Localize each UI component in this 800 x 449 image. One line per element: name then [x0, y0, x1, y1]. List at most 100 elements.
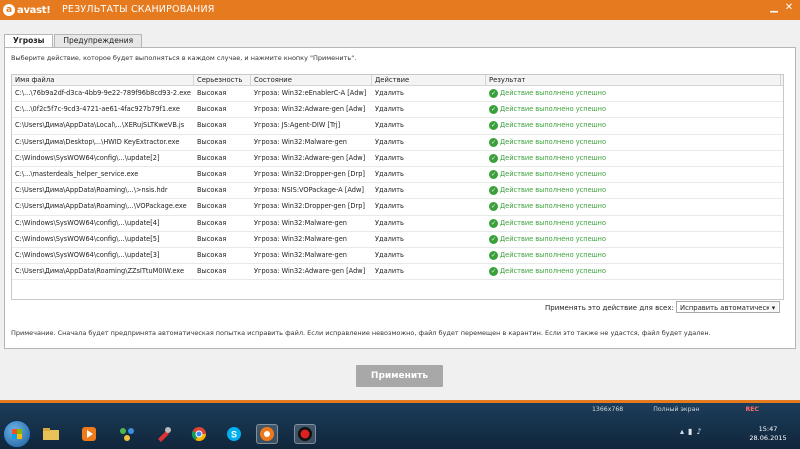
- apply-button[interactable]: Применить: [356, 365, 443, 387]
- recorder-icon[interactable]: [294, 424, 316, 444]
- cell-result: ✓ Действие выполнено успешно: [486, 86, 781, 101]
- cell-action[interactable]: Удалить: [372, 183, 486, 198]
- cell-action[interactable]: Удалить: [372, 118, 486, 133]
- cell-severity: Высокая: [197, 89, 227, 97]
- tray-arrow-icon[interactable]: ▴: [680, 427, 684, 436]
- recorder-rec-label: REC: [745, 405, 759, 413]
- threats-panel: Выберите действие, которое будет выполня…: [4, 47, 796, 349]
- cell-filename: C:\Users\Дима\AppData\Roaming\...\>nsis.…: [15, 186, 168, 195]
- cell-severity: Высокая: [197, 267, 227, 276]
- cell-result: ✓ Действие выполнено успешно: [486, 232, 781, 247]
- tools-icon[interactable]: [154, 424, 176, 444]
- column-header-result[interactable]: Результат: [486, 75, 781, 85]
- cell-action[interactable]: Удалить: [372, 86, 486, 101]
- minimize-button[interactable]: ▁: [767, 2, 781, 13]
- result-text: Действие выполнено успешно: [500, 218, 607, 227]
- table-row[interactable]: C:\Windows\SysWOW64\config\...\update[4]…: [12, 216, 783, 232]
- table-row[interactable]: C:\...\masterdeals_helper_service.exe Выс…: [12, 167, 783, 184]
- apply-all-selected-value: Исправить автоматически: [680, 304, 775, 312]
- signal-icon[interactable]: ▮: [688, 427, 692, 436]
- check-circle-icon: ✓: [489, 137, 498, 147]
- cell-filename: C:\...\masterdeals_helper_service.exe: [15, 169, 139, 178]
- explorer-icon[interactable]: [40, 424, 62, 444]
- result-text: Действие выполнено успешно: [500, 170, 607, 179]
- result-text: Действие выполнено успешно: [500, 153, 607, 162]
- result-text: Действие выполнено успешно: [500, 234, 607, 243]
- recorder-resolution: 1366x768: [592, 405, 624, 413]
- table-row[interactable]: C:\Users\Дима\AppData\Roaming\ZZsITtuM0I…: [12, 264, 783, 281]
- table-row[interactable]: C:\Users\Дима\Desktop\...\HWID KeyExtrac…: [12, 135, 783, 151]
- cell-action[interactable]: Удалить: [372, 151, 486, 166]
- cell-action[interactable]: Удалить: [372, 232, 486, 247]
- column-header-severity[interactable]: Серьезность: [194, 75, 251, 85]
- column-header-status[interactable]: Состояние: [251, 75, 372, 85]
- cell-action[interactable]: Удалить: [372, 264, 486, 279]
- windows-logo-icon-lower: [12, 434, 22, 439]
- cell-status: Угроза: Win32:Dropper-gen [Drp]: [254, 169, 365, 178]
- taskbar-clock[interactable]: 15:47 28.06.2015: [748, 425, 788, 443]
- recorder-bar: 1366x768 Полный экран REC: [592, 404, 800, 414]
- skype-icon[interactable]: S: [223, 424, 245, 444]
- apply-all-dropdown[interactable]: Исправить автоматически ▾: [676, 301, 780, 313]
- cell-filename: C:\Users\Дима\AppData\Local\...\XERujSLT…: [15, 121, 185, 130]
- cell-status: Угроза: NSIS:VOPackage-A [Adw]: [254, 186, 364, 195]
- tab-threats[interactable]: Угрозы: [4, 34, 54, 48]
- check-circle-icon: ✓: [489, 121, 498, 131]
- window-body: Угрозы Предупреждения Выберите действие,…: [0, 20, 800, 400]
- tab-warnings[interactable]: Предупреждения: [54, 34, 143, 47]
- svg-text:S: S: [231, 430, 237, 440]
- cell-result: ✓ Действие выполнено успешно: [486, 151, 781, 166]
- cell-filename: C:\Users\Дима\Desktop\...\HWID KeyExtrac…: [15, 137, 180, 146]
- close-button[interactable]: ✕: [782, 2, 796, 13]
- network-app-icon[interactable]: [116, 424, 138, 444]
- clock-date: 28.06.2015: [749, 434, 787, 442]
- clock-time: 15:47: [758, 425, 778, 433]
- cell-severity: Высокая: [197, 121, 227, 130]
- cell-filename: C:\...\76b9a2df-d3ca-4bb9-9e22-789f96b8c…: [15, 89, 191, 97]
- chrome-icon[interactable]: [188, 424, 210, 444]
- table-row[interactable]: C:\...\0f2c5f7c-9cd3-4721-ae61-4fac927b7…: [12, 102, 783, 119]
- recorder-mode: Полный экран: [653, 405, 700, 413]
- table-row[interactable]: C:\Users\Дима\AppData\Local\...\XERujSLT…: [12, 118, 783, 135]
- cell-severity: Высокая: [197, 137, 227, 146]
- cell-action[interactable]: Удалить: [372, 102, 486, 117]
- check-circle-icon: ✓: [489, 267, 498, 277]
- table-row[interactable]: C:\Windows\SysWOW64\config\...\update[5]…: [12, 232, 783, 248]
- column-header-action[interactable]: Действие: [372, 75, 486, 85]
- cell-result: ✓ Действие выполнено успешно: [486, 216, 781, 231]
- media-player-icon[interactable]: [78, 424, 100, 444]
- table-row[interactable]: C:\Windows\SysWOW64\config\...\update[2]…: [12, 151, 783, 167]
- cell-action[interactable]: Удалить: [372, 216, 486, 231]
- start-button[interactable]: [3, 420, 31, 448]
- check-circle-icon: ✓: [489, 234, 498, 244]
- cell-severity: Высокая: [197, 218, 227, 227]
- cell-severity: Высокая: [197, 153, 227, 162]
- cell-action[interactable]: Удалить: [372, 135, 486, 150]
- cell-filename: C:\Windows\SysWOW64\config\...\update[5]: [15, 234, 160, 243]
- cell-result: ✓ Действие выполнено успешно: [486, 183, 781, 198]
- column-header-filename[interactable]: Имя файла: [12, 75, 194, 85]
- cell-status: Угроза: Win32:Malware-gen: [254, 250, 347, 259]
- cell-filename: C:\Users\Дима\AppData\Roaming\ZZsITtuM0I…: [15, 267, 185, 276]
- avast-icon[interactable]: [256, 424, 278, 444]
- cell-action[interactable]: Удалить: [372, 248, 486, 263]
- speaker-icon[interactable]: ♪: [696, 427, 701, 436]
- instruction-text: Выберите действие, которое будет выполня…: [11, 54, 357, 62]
- cell-filename: C:\Users\Дима\AppData\Roaming\...\VOPack…: [15, 202, 187, 211]
- avast-logo-icon: a: [3, 4, 15, 16]
- cell-severity: Высокая: [197, 186, 227, 195]
- cell-severity: Высокая: [197, 250, 227, 259]
- cell-severity: Высокая: [197, 105, 227, 114]
- taskbar: 1366x768 Полный экран REC S ▴ ▮ ♪ 15:47 …: [0, 403, 800, 449]
- result-text: Действие выполнено успешно: [500, 250, 607, 259]
- cell-filename: C:\Windows\SysWOW64\config\...\update[4]: [15, 218, 160, 227]
- check-circle-icon: ✓: [489, 202, 498, 212]
- table-row[interactable]: C:\Users\Дима\AppData\Roaming\...\VOPack…: [12, 199, 783, 216]
- check-circle-icon: ✓: [489, 170, 498, 180]
- cell-action[interactable]: Удалить: [372, 199, 486, 214]
- table-row[interactable]: C:\Windows\SysWOW64\config\...\update[3]…: [12, 248, 783, 265]
- table-row[interactable]: C:\Users\Дима\AppData\Roaming\...\>nsis.…: [12, 183, 783, 200]
- table-row[interactable]: C:\...\76b9a2df-d3ca-4bb9-9e22-789f96b8c…: [12, 86, 783, 103]
- apply-all-label: Применять это действие для всех:: [545, 304, 674, 312]
- cell-action[interactable]: Удалить: [372, 167, 486, 182]
